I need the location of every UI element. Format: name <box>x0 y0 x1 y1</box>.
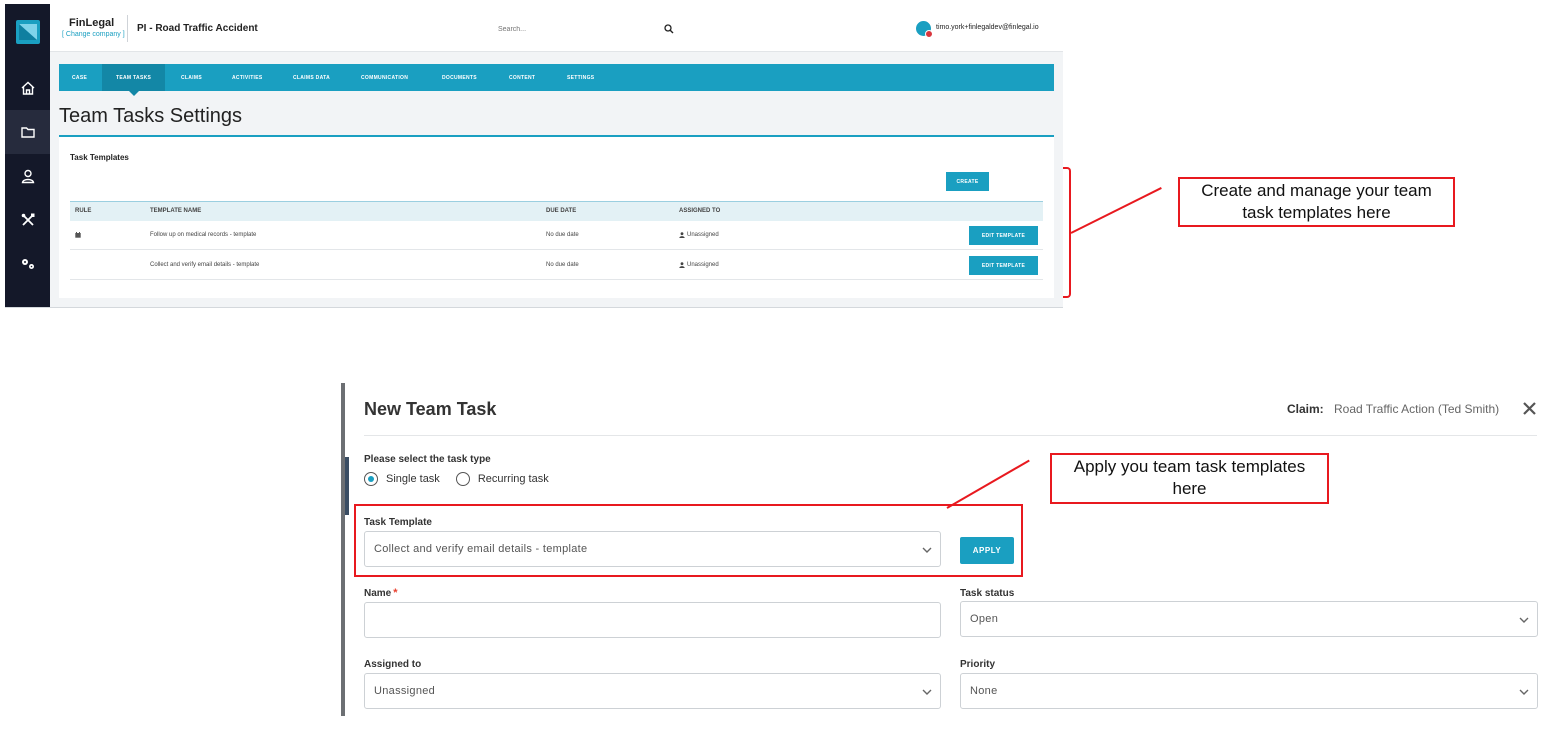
assigned-cell: Unassigned <box>679 232 719 238</box>
radio-single-task[interactable] <box>364 472 378 486</box>
annotation-leader-line <box>1070 187 1162 234</box>
radio-recurring-task-label[interactable]: Recurring task <box>478 473 549 485</box>
sidebar-item-tools[interactable] <box>5 198 50 242</box>
change-company-link[interactable]: [ Change company ] <box>62 31 125 38</box>
tools-icon <box>21 213 34 226</box>
tab-communication[interactable]: COMMUNICATION <box>361 64 408 91</box>
radio-recurring-task[interactable] <box>455 472 470 486</box>
assigned-to: Unassigned <box>687 262 719 268</box>
person-icon <box>679 232 685 238</box>
task-status-select[interactable]: Open <box>960 601 1538 637</box>
chevron-down-icon <box>1519 689 1529 695</box>
assigned-cell: Unassigned <box>679 262 719 268</box>
tab-documents[interactable]: DOCUMENTS <box>442 64 477 91</box>
name-field <box>364 602 941 638</box>
chevron-down-icon <box>922 689 932 695</box>
modal-title: New Team Task <box>364 399 497 419</box>
sidebar-item-users[interactable] <box>5 154 50 198</box>
due-date: No due date <box>546 232 579 238</box>
annotation-highlight-box <box>354 504 1023 577</box>
task-status-value: Open <box>970 613 999 625</box>
claim-value: Road Traffic Action (Ted Smith) <box>1334 402 1500 416</box>
priority-value: None <box>970 685 998 697</box>
template-name: Follow up on medical records - template <box>150 232 257 238</box>
tab-case[interactable]: CASE <box>72 64 87 91</box>
name-input[interactable] <box>374 603 940 637</box>
team-tasks-settings-screenshot: FinLegal [ Change company ] PI - Road Tr… <box>5 4 1063 308</box>
tab-settings[interactable]: SETTINGS <box>567 64 594 91</box>
calendar-icon <box>75 232 81 238</box>
tab-content[interactable]: CONTENT <box>509 64 535 91</box>
modal-backdrop-edge <box>345 457 349 515</box>
edit-template-button[interactable]: EDIT TEMPLATE <box>969 226 1038 245</box>
assigned-to-label: Assigned to <box>364 659 422 670</box>
folder-icon <box>20 127 35 138</box>
table-row[interactable]: Follow up on medical records - template … <box>70 221 1043 250</box>
assigned-to-select[interactable]: Unassigned <box>364 673 941 709</box>
search-icon[interactable] <box>664 24 674 34</box>
card-heading: Task Templates <box>70 153 129 162</box>
sidebar-item-cases[interactable] <box>5 110 50 154</box>
callout-apply-templates: Apply you team task templates here <box>1050 453 1329 504</box>
modal-divider <box>364 435 1537 436</box>
sidebar-item-home[interactable] <box>5 66 50 110</box>
column-rule: RULE <box>75 208 92 214</box>
left-sidebar <box>5 4 50 307</box>
task-type-label: Please select the task type <box>364 454 491 465</box>
avatar[interactable] <box>916 21 933 38</box>
template-name: Collect and verify email details - templ… <box>150 262 260 268</box>
column-assigned-to: ASSIGNED TO <box>679 208 721 214</box>
sidebar-item-settings[interactable] <box>5 242 50 286</box>
column-due-date: DUE DATE <box>546 208 577 214</box>
priority-label: Priority <box>960 659 996 670</box>
create-button[interactable]: CREATE <box>946 172 989 191</box>
main-tabs: CASE TEAM TASKS CLAIMS ACTIVITIES CLAIMS… <box>59 64 1054 91</box>
table-header: RULE TEMPLATE NAME DUE DATE ASSIGNED TO <box>70 201 1043 221</box>
brand-name: FinLegal <box>69 17 115 29</box>
table-row[interactable]: Collect and verify email details - templ… <box>70 251 1043 280</box>
assigned-to: Unassigned <box>687 232 719 238</box>
tab-team-tasks[interactable]: TEAM TASKS <box>102 64 166 91</box>
close-icon[interactable] <box>1522 401 1537 416</box>
header-divider <box>127 15 128 42</box>
tab-activities[interactable]: ACTIVITIES <box>232 64 263 91</box>
home-icon <box>21 81 34 95</box>
task-templates-card: Task Templates RULE TEMPLATE NAME DUE DA… <box>59 137 1054 298</box>
search-box <box>492 19 680 39</box>
chevron-down-icon <box>1519 617 1529 623</box>
finlegal-logo-icon <box>16 20 40 44</box>
task-type-radio-group: Single task Recurring task <box>364 472 549 486</box>
claim-label: Claim: <box>1287 402 1324 416</box>
case-title: PI - Road Traffic Accident <box>137 23 258 34</box>
tab-claims-data[interactable]: CLAIMS DATA <box>293 64 330 91</box>
user-email[interactable]: timo.york+finlegaldev@finlegal.io <box>936 24 1039 31</box>
column-template-name: TEMPLATE NAME <box>150 208 202 214</box>
due-date: No due date <box>546 262 579 268</box>
radio-single-task-label[interactable]: Single task <box>386 473 440 485</box>
search-input[interactable] <box>496 21 656 37</box>
required-asterisk: * <box>393 587 398 599</box>
person-icon <box>679 262 685 268</box>
callout-manage-templates: Create and manage your team task templat… <box>1178 177 1455 227</box>
assigned-to-value: Unassigned <box>374 685 436 697</box>
top-header: FinLegal [ Change company ] PI - Road Tr… <box>50 4 1063 52</box>
priority-select[interactable]: None <box>960 673 1538 709</box>
user-icon <box>21 169 34 184</box>
tab-claims[interactable]: CLAIMS <box>181 64 202 91</box>
edit-template-button[interactable]: EDIT TEMPLATE <box>969 256 1038 275</box>
task-status-label: Task status <box>960 588 1015 599</box>
modal-backdrop-edge <box>341 383 345 716</box>
notification-dot <box>925 30 933 38</box>
gears-icon <box>21 259 34 269</box>
name-label: Name * <box>364 587 398 599</box>
page-title: Team Tasks Settings <box>59 105 243 127</box>
name-label-text: Name <box>364 588 392 599</box>
